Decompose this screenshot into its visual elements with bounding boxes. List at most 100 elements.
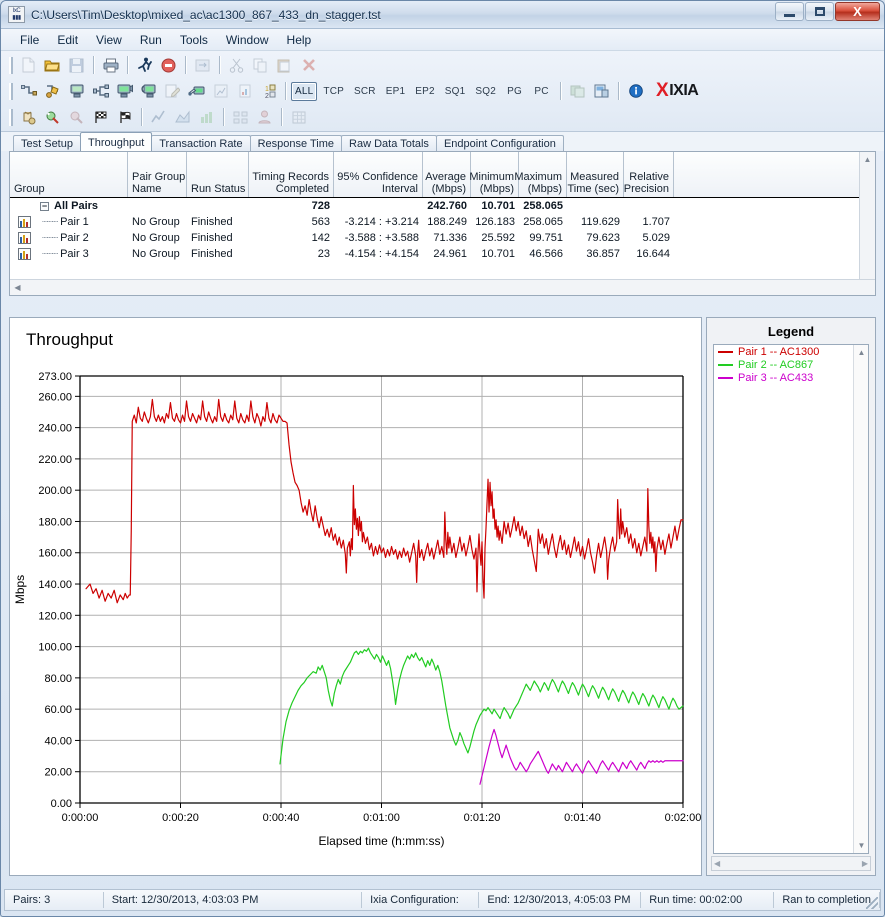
new-icon[interactable]	[17, 54, 40, 76]
table-icon[interactable]	[287, 106, 310, 128]
resize-grip-icon[interactable]	[866, 897, 878, 909]
tab-raw-data-totals[interactable]: Raw Data Totals	[341, 135, 437, 151]
run-pair-icon[interactable]	[65, 106, 88, 128]
toolbar-grip[interactable]	[9, 82, 13, 100]
legend-item-pair2[interactable]: Pair 2 -- AC867	[714, 358, 868, 371]
column-header-timing-records[interactable]: Timing Records Completed	[249, 152, 334, 197]
scroll-up-arrow-icon[interactable]: ▲	[860, 152, 875, 167]
report-icon[interactable]	[233, 80, 256, 102]
print-icon[interactable]	[99, 54, 122, 76]
voip-pair-icon[interactable]	[137, 80, 160, 102]
menu-item-tools[interactable]: Tools	[171, 31, 217, 49]
menu-item-edit[interactable]: Edit	[48, 31, 87, 49]
close-button[interactable]: X	[835, 2, 880, 21]
filter-scr-button[interactable]: SCR	[350, 82, 380, 101]
grid-vertical-scrollbar[interactable]: ▲	[859, 152, 875, 280]
export-icon[interactable]	[590, 80, 613, 102]
column-header-measured-time[interactable]: Measured Time (sec)	[567, 152, 624, 197]
tab-transaction-rate[interactable]: Transaction Rate	[151, 135, 251, 151]
sequence-icon[interactable]: 12	[257, 80, 280, 102]
legend-scroll-up-arrow-icon[interactable]: ▲	[854, 345, 868, 360]
collapse-expander-icon[interactable]: −	[40, 201, 49, 211]
tab-response-time[interactable]: Response Time	[249, 135, 343, 151]
table-row-all-pairs[interactable]: − All Pairs 728 242.760 10.701 258.065	[10, 198, 875, 214]
tab-throughput[interactable]: Throughput	[79, 132, 153, 151]
legend-horizontal-scrollbar[interactable]: ◀ ▶	[711, 856, 871, 871]
column-header-average[interactable]: Average (Mbps)	[423, 152, 471, 197]
grid-horizontal-scrollbar[interactable]: ◀	[10, 279, 875, 295]
run-test-icon[interactable]	[17, 106, 40, 128]
column-header-run-status[interactable]: Run Status	[187, 152, 249, 197]
maximum-cell: 46.566	[529, 248, 563, 260]
finish-flag-icon[interactable]	[89, 106, 112, 128]
legend-vertical-scrollbar[interactable]: ▲ ▼	[853, 345, 868, 853]
add-pair-wizard-icon[interactable]	[41, 80, 64, 102]
y-axis-tick-label: 160.00	[38, 548, 72, 560]
open-folder-icon[interactable]	[41, 54, 64, 76]
filter-sq2-button[interactable]: SQ2	[471, 82, 500, 101]
menu-item-run[interactable]: Run	[131, 31, 171, 49]
toolbar-separator	[127, 56, 129, 74]
run-throughput-icon[interactable]	[41, 106, 64, 128]
legend-scroll-right-arrow-icon[interactable]: ▶	[862, 859, 868, 868]
filter-ep1-button[interactable]: EP1	[382, 82, 410, 101]
chart-area-icon[interactable]	[171, 106, 194, 128]
toolbar-grip[interactable]	[9, 56, 13, 74]
filter-sq1-button[interactable]: SQ1	[441, 82, 470, 101]
column-header-minimum[interactable]: Minimum (Mbps)	[469, 152, 519, 197]
table-row[interactable]: ┈┈┈ Pair 3 No Group Finished 23 -4.154 :…	[10, 246, 875, 262]
filter-tcp-button[interactable]: TCP	[319, 82, 348, 101]
chart-bar-icon[interactable]	[195, 106, 218, 128]
endpoint-pair-icon[interactable]	[65, 80, 88, 102]
legend-scroll-down-arrow-icon[interactable]: ▼	[854, 838, 868, 853]
hardware-pair-icon[interactable]	[185, 80, 208, 102]
maximize-button[interactable]	[805, 2, 834, 21]
column-header-maximum[interactable]: Maximum (Mbps)	[514, 152, 567, 197]
run-icon[interactable]	[133, 54, 156, 76]
refresh-icon[interactable]	[191, 54, 214, 76]
column-header-group[interactable]: Group	[10, 152, 128, 197]
info-icon[interactable]	[624, 80, 647, 102]
add-pair-icon[interactable]	[17, 80, 40, 102]
table-row[interactable]: ┈┈┈ Pair 2 No Group Finished 142 -3.588 …	[10, 230, 875, 246]
stop-icon[interactable]	[157, 54, 180, 76]
video-pair-icon[interactable]	[113, 80, 136, 102]
cut-icon[interactable]	[225, 54, 248, 76]
chart-line-icon[interactable]	[147, 106, 170, 128]
save-icon[interactable]	[65, 54, 88, 76]
menu-item-view[interactable]: View	[87, 31, 131, 49]
column-header-pair-group-name[interactable]: Pair Group Name	[128, 152, 187, 197]
paste-icon[interactable]	[273, 54, 296, 76]
minimize-button[interactable]	[775, 2, 804, 21]
column-header-relative-precision[interactable]: Relative Precision	[624, 152, 674, 197]
legend-item-pair1[interactable]: Pair 1 -- AC1300	[714, 345, 868, 358]
tab-test-setup[interactable]: Test Setup	[13, 135, 81, 151]
copy-icon[interactable]	[249, 54, 272, 76]
filter-pc-button[interactable]: PC	[529, 82, 554, 101]
edit-script-icon[interactable]	[161, 80, 184, 102]
duplicate-icon[interactable]	[566, 80, 589, 102]
filter-all-button[interactable]: ALL	[291, 81, 318, 101]
x-axis-tick-label: 0:00:00	[62, 812, 99, 824]
multicast-group-icon[interactable]	[89, 80, 112, 102]
filter-ep2-button[interactable]: EP2	[411, 82, 439, 101]
filter-pg-button[interactable]: PG	[502, 82, 527, 101]
menu-item-window[interactable]: Window	[217, 31, 278, 49]
chart-icon[interactable]	[209, 80, 232, 102]
run-status-cell: Finished	[191, 216, 233, 228]
scroll-left-arrow-icon[interactable]: ◀	[10, 280, 25, 295]
menu-item-help[interactable]: Help	[278, 31, 321, 49]
column-header-confidence-interval[interactable]: 95% Confidence Interval	[334, 152, 423, 197]
table-row[interactable]: ┈┈┈ Pair 1 No Group Finished 563 -3.214 …	[10, 214, 875, 230]
legend-scroll-left-arrow-icon[interactable]: ◀	[714, 859, 720, 868]
checkered-flag-icon[interactable]	[113, 106, 136, 128]
tab-endpoint-configuration[interactable]: Endpoint Configuration	[435, 135, 564, 151]
layout-icon[interactable]	[229, 106, 252, 128]
y-axis-tick-label: 0.00	[51, 798, 72, 810]
delete-icon[interactable]	[297, 54, 320, 76]
throughput-chart[interactable]: 0.00 20.00 40.00 60.00 80.00 100.00 120.00 140.…	[10, 318, 701, 865]
group-icon[interactable]	[253, 106, 276, 128]
toolbar-grip[interactable]	[9, 108, 13, 126]
legend-item-pair3[interactable]: Pair 3 -- AC433	[714, 371, 868, 384]
menu-item-file[interactable]: File	[11, 31, 48, 49]
